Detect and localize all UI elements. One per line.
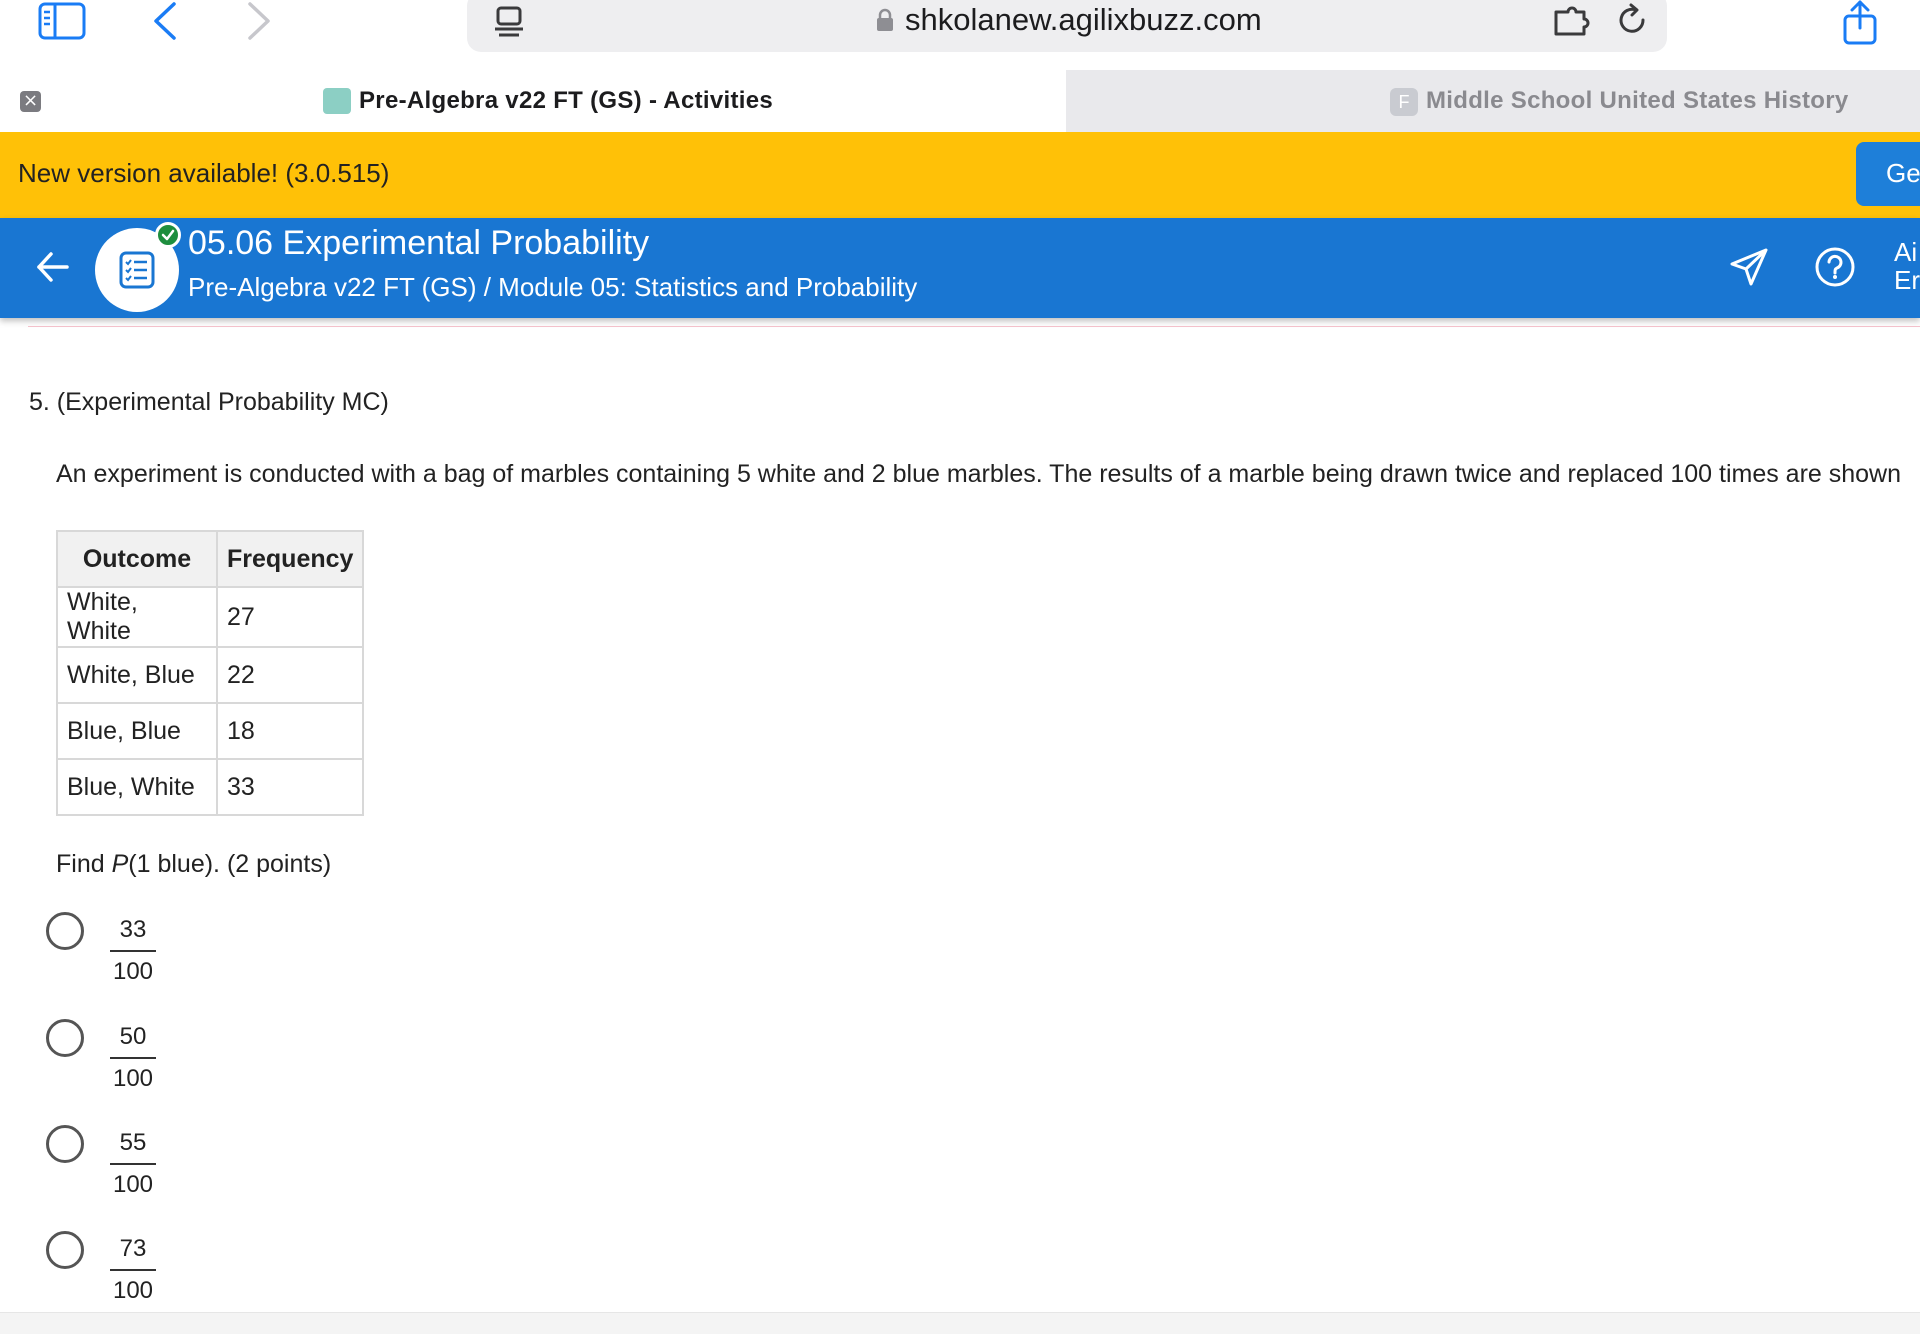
table-header-row: Outcome Frequency	[56, 530, 365, 588]
frequency-cell: 27	[215, 586, 365, 648]
back-arrow-icon[interactable]	[34, 248, 72, 286]
fraction: 55 100	[110, 1129, 156, 1199]
outcome-table: Outcome Frequency White, White 27 White,…	[56, 530, 365, 816]
frequency-cell: 22	[215, 646, 365, 704]
address-bar[interactable]: shkolanew.agilixbuzz.com	[467, 0, 1667, 52]
fraction-numerator: 55	[110, 1129, 156, 1165]
outcome-cell: Blue, White	[56, 758, 218, 816]
extension-icon[interactable]	[1552, 4, 1594, 40]
completed-check-icon	[155, 222, 181, 248]
browser-toolbar: shkolanew.agilixbuzz.com	[0, 0, 1920, 70]
help-icon[interactable]	[1814, 246, 1856, 288]
close-tab-icon[interactable]: ×	[20, 91, 41, 112]
table-row: White, Blue 22	[56, 646, 365, 704]
fraction-denominator: 100	[112, 958, 154, 985]
fraction: 50 100	[110, 1023, 156, 1093]
course-header: 05.06 Experimental Probability Pre-Algeb…	[0, 218, 1920, 318]
column-header-outcome: Outcome	[56, 530, 218, 588]
browser-back-icon[interactable]	[150, 0, 180, 42]
browser-forward-icon[interactable]	[244, 0, 274, 42]
fraction-numerator: 33	[110, 916, 156, 952]
update-banner: New version available! (3.0.515) Get	[0, 132, 1920, 218]
answer-option-1[interactable]: 33 100	[46, 912, 186, 992]
fraction-numerator: 73	[110, 1235, 156, 1271]
site-favicon-icon: F	[1390, 88, 1418, 116]
share-icon[interactable]	[1840, 0, 1880, 46]
table-row: Blue, Blue 18	[56, 702, 365, 760]
fraction-denominator: 100	[112, 1171, 154, 1198]
lock-icon	[875, 8, 895, 32]
divider	[28, 326, 1920, 327]
user-name-line2: Er	[1894, 265, 1920, 295]
instruction-prefix: Find	[56, 850, 112, 878]
fraction-denominator: 100	[112, 1277, 154, 1304]
outcome-cell: White, Blue	[56, 646, 218, 704]
probability-variable: P	[111, 850, 129, 878]
user-name-line1: Ai	[1894, 237, 1918, 267]
table-row: White, White 27	[56, 586, 365, 648]
column-header-frequency: Frequency	[215, 530, 365, 588]
breadcrumb[interactable]: Pre-Algebra v22 FT (GS) / Module 05: Sta…	[188, 272, 917, 303]
fraction-denominator: 100	[112, 1065, 154, 1092]
question-instruction: Find P(1 blue). (2 points)	[56, 850, 331, 879]
tab-pre-algebra[interactable]: × Pre-Algebra v22 FT (GS) - Activities	[0, 70, 1066, 132]
outcome-cell: Blue, Blue	[56, 702, 218, 760]
get-update-button[interactable]: Get	[1856, 142, 1920, 206]
tab-title: Pre-Algebra v22 FT (GS) - Activities	[359, 87, 774, 114]
tab-title: Middle School United States History	[1426, 87, 1849, 114]
question-number: 5. (Experimental Probability MC)	[29, 388, 389, 416]
user-name[interactable]: Ai Er	[1894, 238, 1920, 294]
instruction-rest: (1 blue). (2 points)	[128, 850, 332, 878]
fraction-numerator: 50	[110, 1023, 156, 1059]
fraction: 33 100	[110, 916, 156, 986]
radio-button[interactable]	[46, 912, 84, 950]
outcome-cell: White, White	[56, 586, 218, 648]
radio-button[interactable]	[46, 1231, 84, 1269]
answer-option-2[interactable]: 50 100	[46, 1019, 186, 1099]
radio-button[interactable]	[46, 1125, 84, 1163]
url-text[interactable]: shkolanew.agilixbuzz.com	[905, 2, 1262, 38]
tab-bar: × Pre-Algebra v22 FT (GS) - Activities F…	[0, 70, 1920, 132]
frequency-cell: 33	[215, 758, 365, 816]
answer-option-3[interactable]: 55 100	[46, 1125, 186, 1205]
page-title: 05.06 Experimental Probability	[188, 224, 650, 262]
table-row: Blue, White 33	[56, 758, 365, 816]
fraction: 73 100	[110, 1235, 156, 1305]
update-message: New version available! (3.0.515)	[18, 158, 390, 188]
sidebar-toggle-icon[interactable]	[38, 2, 86, 40]
answer-option-4[interactable]: 73 100	[46, 1231, 186, 1311]
site-favicon-icon	[323, 88, 351, 114]
reader-icon[interactable]	[491, 4, 527, 40]
reload-icon[interactable]	[1614, 2, 1650, 38]
tab-us-history[interactable]: F Middle School United States History	[1066, 70, 1920, 132]
bottom-bar	[0, 1312, 1920, 1334]
radio-button[interactable]	[46, 1019, 84, 1057]
frequency-cell: 18	[215, 702, 365, 760]
send-icon[interactable]	[1728, 246, 1770, 288]
question-prompt: An experiment is conducted with a bag of…	[56, 460, 1902, 488]
